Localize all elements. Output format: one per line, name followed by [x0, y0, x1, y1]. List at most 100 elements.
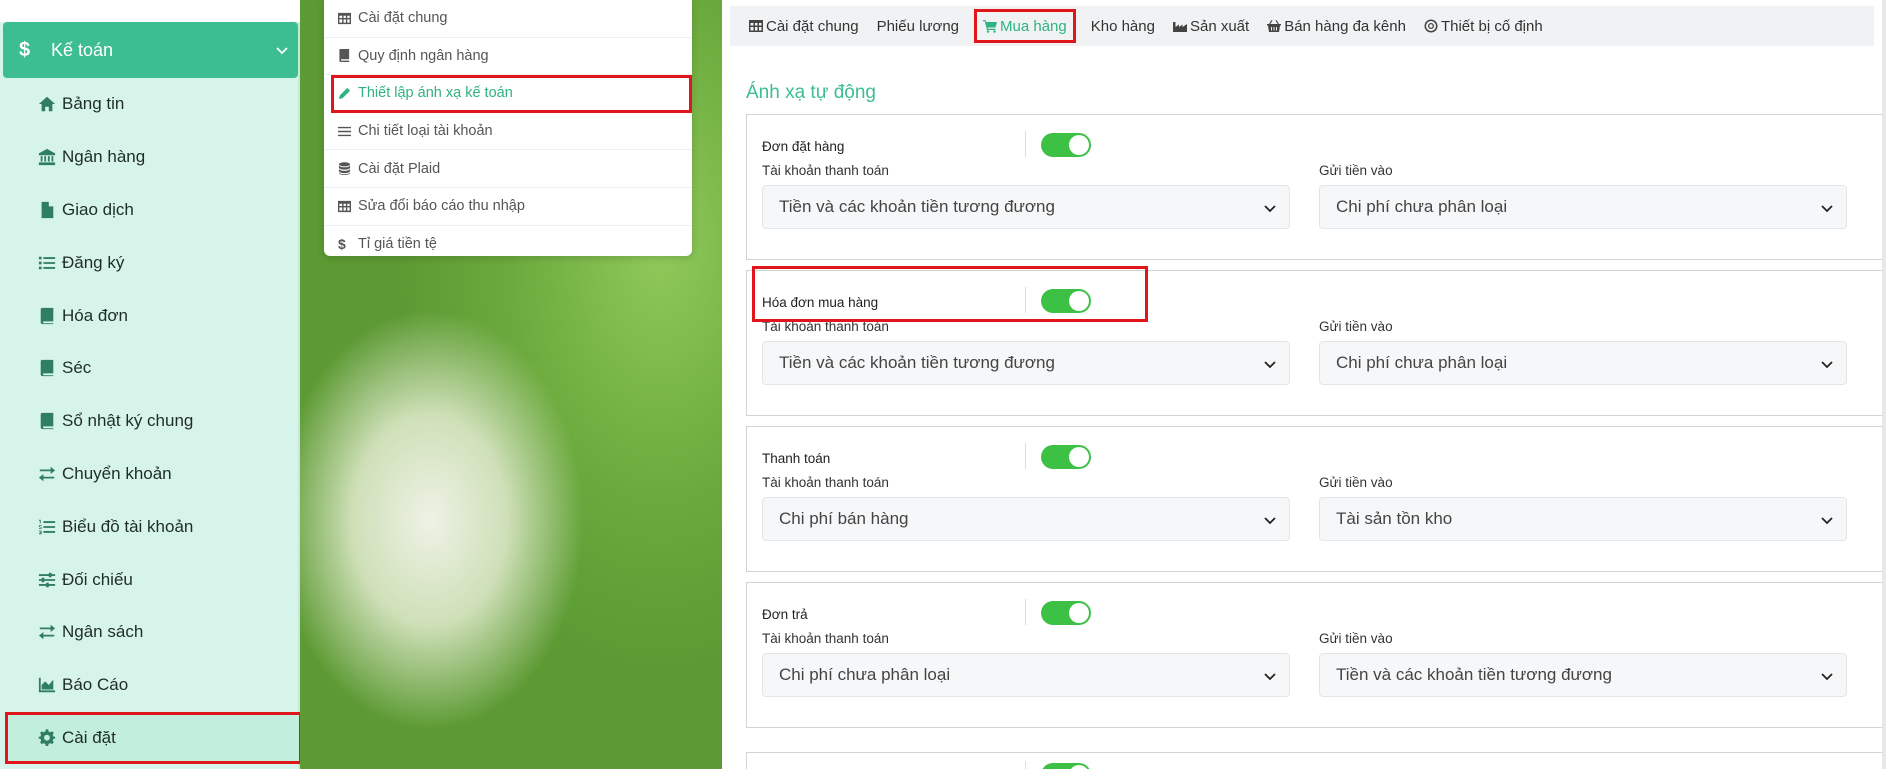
- deposit-to-label: Gửi tiền vào: [1319, 475, 1393, 490]
- sidebar-item-invoices[interactable]: Hóa đơn: [0, 289, 300, 342]
- chevron-down-icon: [1264, 673, 1276, 681]
- payment-account-select[interactable]: Chi phí chưa phân loại: [762, 653, 1290, 697]
- sidebar-item-reports[interactable]: Báo Cáo: [0, 659, 300, 712]
- card-name: Đơn trả: [762, 607, 808, 622]
- settings-dropdown-menu: Cài đặt chung Quy định ngân hàng Thiết l…: [324, 0, 692, 256]
- enable-toggle[interactable]: [1041, 763, 1091, 769]
- sidebar-item-label: Séc: [62, 358, 92, 378]
- tab-label: Cài đặt chung: [766, 17, 859, 35]
- sidebar-item-chart-of-accounts[interactable]: Biểu đồ tài khoản: [0, 500, 300, 553]
- tab-label: Sản xuất: [1189, 17, 1250, 35]
- sidebar-item-label: Biểu đồ tài khoản: [62, 516, 194, 536]
- enable-toggle[interactable]: [1041, 445, 1091, 469]
- settings-menu-currency-rate[interactable]: $ Tỉ giá tiền tệ: [324, 226, 692, 264]
- enable-toggle[interactable]: [1041, 289, 1091, 313]
- deposit-to-select[interactable]: Chi phí chưa phân loại: [1319, 341, 1847, 385]
- select-value: Tiền và các khoản tiền tương đương: [779, 353, 1055, 372]
- card-name: Hóa đơn mua hàng: [762, 295, 879, 310]
- sidebar-item-label: Sổ nhật ký chung: [62, 411, 194, 431]
- deposit-to-label: Gửi tiền vào: [1319, 163, 1393, 178]
- settings-menu-accounting-mapping[interactable]: Thiết lập ánh xạ kế toán: [331, 75, 692, 113]
- select-value: Chi phí chưa phân loại: [1336, 353, 1508, 372]
- deposit-to-label: Gửi tiền vào: [1319, 631, 1393, 646]
- tab-label: Mua hàng: [1000, 17, 1067, 35]
- sidebar-item-budget[interactable]: Ngân sách: [0, 606, 300, 659]
- deposit-to-select[interactable]: Tài sản tồn kho: [1319, 497, 1847, 541]
- basket-icon: [1267, 19, 1282, 33]
- sidebar-list: Bảng tin Ngân hàng Giao dịch Đăng ký Hóa…: [0, 78, 302, 765]
- sidebar-item-label: Cài đặt: [62, 727, 116, 747]
- sidebar-item-register[interactable]: Đăng ký: [0, 236, 300, 289]
- mapping-card-purchase-invoice: Hóa đơn mua hàng Tài khoản thanh toán Gử…: [746, 270, 1884, 416]
- toggle-knob: [1069, 603, 1089, 623]
- settings-menu-bank-rules[interactable]: Quy định ngân hàng: [324, 38, 692, 76]
- select-value: Tài sản tồn kho: [1336, 509, 1453, 528]
- enable-toggle[interactable]: [1041, 133, 1091, 157]
- tab-inventory[interactable]: Kho hàng: [1082, 9, 1164, 43]
- sidebar-header-accounting[interactable]: $ Kế toán: [3, 22, 298, 78]
- database-icon: [338, 162, 356, 176]
- settings-menu-label: Sửa đổi báo cáo thu nhập: [358, 198, 525, 215]
- sidebar-item-label: Chuyển khoản: [62, 463, 172, 483]
- settings-menu-income-report[interactable]: Sửa đổi báo cáo thu nhập: [324, 188, 692, 226]
- sidebar-item-transfer[interactable]: Chuyển khoản: [0, 448, 300, 501]
- settings-menu-account-type-details[interactable]: Chi tiết loại tài khoản: [324, 113, 692, 151]
- tab-bar: Cài đặt chung Phiếu lương Mua hàng Kho h…: [730, 6, 1874, 46]
- sidebar-item-label: Đối chiếu: [62, 569, 133, 589]
- payment-account-select[interactable]: Tiền và các khoản tiền tương đương: [762, 341, 1290, 385]
- sidebar-item-label: Báo Cáo: [62, 675, 129, 695]
- target-icon: [1424, 19, 1438, 33]
- payment-account-label: Tài khoản thanh toán: [762, 163, 889, 178]
- payment-account-select[interactable]: Tiền và các khoản tiền tương đương: [762, 185, 1290, 229]
- toggle-knob: [1069, 447, 1089, 467]
- bars-icon: [338, 125, 356, 138]
- select-value: Tiền và các khoản tiền tương đương: [779, 197, 1055, 216]
- select-value: Chi phí bán hàng: [779, 509, 909, 528]
- sidebar-item-checks[interactable]: Séc: [0, 342, 300, 395]
- section-title: Ánh xạ tự động: [746, 82, 876, 103]
- dollar-icon: $: [338, 236, 346, 253]
- sidebar-item-reconcile[interactable]: Đối chiếu: [0, 553, 300, 606]
- mapping-card-purchase-order: Đơn đặt hàng Tài khoản thanh toán Gửi ti…: [746, 114, 1884, 260]
- tab-omnichannel[interactable]: Bán hàng đa kênh: [1258, 9, 1415, 43]
- tab-purchasing[interactable]: Mua hàng: [974, 9, 1076, 43]
- settings-menu-general[interactable]: Cài đặt chung: [324, 0, 692, 38]
- sidebar-item-dashboard[interactable]: Bảng tin: [0, 78, 300, 131]
- sidebar-item-bank[interactable]: Ngân hàng: [0, 131, 300, 184]
- sidebar-item-label: Ngân hàng: [62, 147, 146, 167]
- pencil-icon: [338, 87, 356, 100]
- sidebar-item-settings[interactable]: Cài đặt: [5, 711, 302, 765]
- tab-label: Thiết bị cố định: [1440, 17, 1543, 35]
- table-icon: [338, 12, 356, 25]
- settings-menu-label: Cài đặt Plaid: [358, 160, 441, 177]
- chevron-down-icon: [1264, 205, 1276, 213]
- toggle-knob: [1069, 765, 1089, 769]
- tab-label: Kho hàng: [1090, 17, 1155, 35]
- scrollbar-track[interactable]: [1882, 0, 1886, 769]
- area-chart-icon: [36, 674, 58, 696]
- payment-account-select[interactable]: Chi phí bán hàng: [762, 497, 1290, 541]
- mapping-card-payment: Thanh toán Tài khoản thanh toán Gửi tiền…: [746, 426, 1884, 572]
- chevron-down-icon: [1821, 517, 1833, 525]
- cart-icon: [983, 19, 998, 33]
- sidebar: $ Kế toán Bảng tin Ngân hàng Giao dịch Đ…: [0, 0, 302, 769]
- settings-menu-label: Tỉ giá tiền tệ: [358, 236, 437, 253]
- tab-fixed-assets[interactable]: Thiết bị cố định: [1415, 9, 1552, 43]
- tab-manufacturing[interactable]: Sản xuất: [1164, 9, 1258, 43]
- enable-toggle[interactable]: [1041, 601, 1091, 625]
- toggle-knob: [1069, 291, 1089, 311]
- sidebar-item-label: Bảng tin: [62, 94, 125, 114]
- settings-menu-plaid[interactable]: Cài đặt Plaid: [324, 150, 692, 188]
- tab-payroll[interactable]: Phiếu lương: [868, 9, 968, 43]
- deposit-to-select[interactable]: Chi phí chưa phân loại: [1319, 185, 1847, 229]
- settings-menu-label: Thiết lập ánh xạ kế toán: [358, 85, 513, 102]
- divider: [1025, 131, 1026, 157]
- sidebar-item-journal[interactable]: Sổ nhật ký chung: [0, 395, 300, 448]
- chevron-down-icon: [1821, 205, 1833, 213]
- tab-general-settings[interactable]: Cài đặt chung: [740, 9, 868, 43]
- sidebar-item-label: Hóa đơn: [62, 305, 128, 325]
- chevron-down-icon: [1264, 361, 1276, 369]
- sidebar-item-transactions[interactable]: Giao dịch: [0, 184, 300, 237]
- divider: [1025, 287, 1026, 313]
- deposit-to-select[interactable]: Tiền và các khoản tiền tương đương: [1319, 653, 1847, 697]
